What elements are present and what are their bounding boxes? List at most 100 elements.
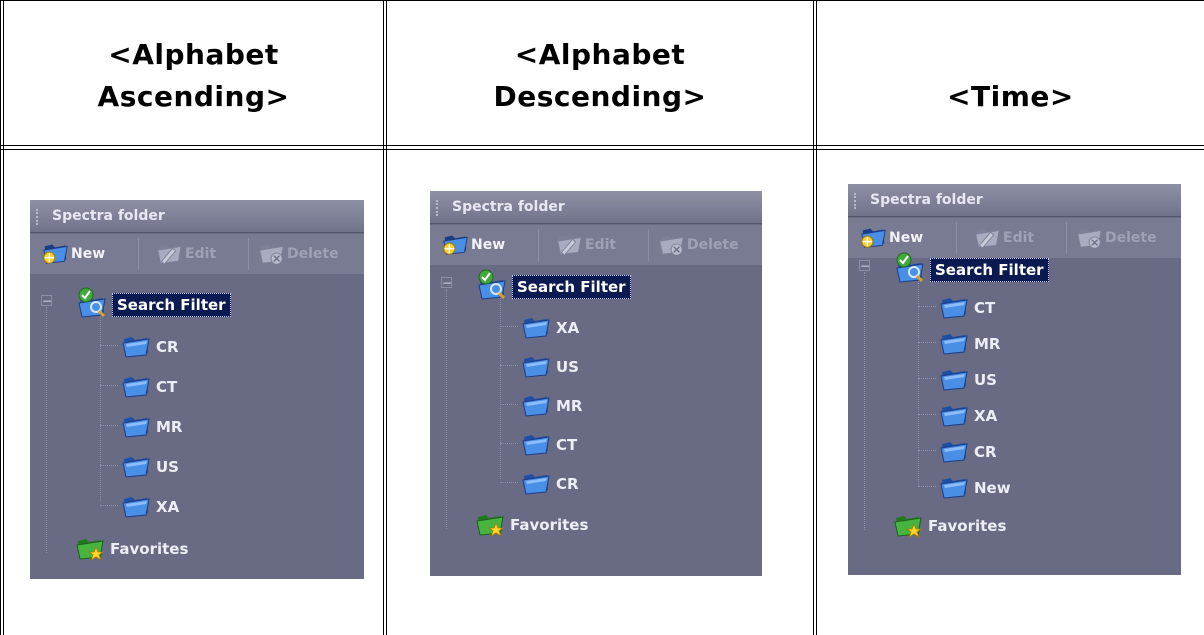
tree-node-label: CR (156, 338, 179, 356)
tree-node-folder[interactable]: XA (938, 398, 997, 434)
new-button[interactable]: New (40, 239, 105, 269)
search-filter-icon (474, 267, 510, 307)
tree-node-folder[interactable]: MR (938, 326, 1000, 362)
delete-button[interactable]: Delete (256, 239, 339, 269)
tree-node-folder[interactable]: US (520, 349, 579, 385)
folder-icon (120, 409, 152, 445)
new-button-label: New (471, 237, 506, 253)
folder-icon (938, 290, 970, 326)
edit-button[interactable]: Edit (972, 223, 1034, 253)
delete-button-label: Delete (1105, 230, 1157, 246)
favorites-star-icon (892, 508, 924, 544)
panel-toolbar: New Edit Delete (30, 234, 364, 274)
tree-connector (918, 486, 936, 487)
panel-title-bar[interactable]: Spectra folder (848, 184, 1181, 217)
panel-title-bar[interactable]: Spectra folder (30, 200, 364, 233)
folder-delete-icon (1074, 221, 1105, 255)
toolbar-separator (538, 229, 539, 261)
table-header-divider (0, 145, 1204, 150)
folder-icon (938, 326, 970, 362)
tree-node-label: CT (974, 299, 996, 317)
tree-connector (500, 365, 518, 366)
header-line-2: <Time> (947, 80, 1074, 113)
tree-connector (46, 307, 47, 553)
drag-grip-icon[interactable] (36, 209, 42, 225)
tree-node-favorites[interactable]: Favorites (74, 531, 188, 567)
folder-icon (120, 489, 152, 525)
collapse-toggle[interactable]: − (41, 295, 52, 307)
folder-new-icon (40, 237, 71, 271)
tree-node-label: CR (556, 475, 579, 493)
edit-button[interactable]: Edit (154, 239, 216, 269)
header-line-1: <Alphabet (108, 38, 279, 71)
folder-icon (120, 329, 152, 365)
tree-node-folder[interactable]: CR (120, 329, 179, 365)
tree-node-folder[interactable]: MR (120, 409, 182, 445)
favorites-star-icon (74, 531, 106, 567)
delete-button[interactable]: Delete (1074, 223, 1157, 253)
tree-connector (918, 378, 936, 379)
tree-node-label: Search Filter (112, 293, 231, 317)
new-button[interactable]: New (440, 230, 505, 260)
tree-node-folder[interactable]: US (120, 449, 179, 485)
collapse-toggle[interactable]: − (859, 260, 870, 272)
tree-connector (918, 450, 936, 451)
tree-connector (100, 385, 118, 386)
tree-node-label: MR (556, 397, 583, 415)
toolbar-separator (138, 238, 139, 270)
tree-connector (918, 414, 936, 415)
tree-node-folder[interactable]: CT (120, 369, 177, 405)
tree-connector (446, 289, 447, 529)
search-filter-icon (892, 250, 928, 290)
folder-new-icon (858, 221, 889, 255)
tree-connector (100, 465, 118, 466)
tree-node-favorites[interactable]: Favorites (474, 507, 588, 543)
tree-connector (500, 443, 518, 444)
tree-node-folder[interactable]: CT (938, 290, 995, 326)
tree-node-folder[interactable]: XA (520, 310, 579, 346)
panel-title-bar[interactable]: Spectra folder (430, 191, 762, 224)
tree-node-folder[interactable]: XA (120, 489, 179, 525)
tree-connector (918, 280, 919, 486)
tree-connector (100, 315, 101, 501)
collapse-toggle[interactable]: − (441, 277, 452, 289)
tree-node-folder[interactable]: CR (520, 466, 579, 502)
delete-button-label: Delete (687, 237, 739, 253)
spectra-folder-panel: Spectra folder New Edit Delete − Search … (430, 191, 762, 576)
drag-grip-icon[interactable] (854, 193, 860, 209)
new-button[interactable]: New (858, 223, 923, 253)
tree-connector (100, 345, 118, 346)
edit-button-label: Edit (185, 246, 217, 262)
folder-icon (938, 434, 970, 470)
tree-node-favorites[interactable]: Favorites (892, 508, 1006, 544)
toolbar-separator (248, 238, 249, 270)
delete-button[interactable]: Delete (656, 230, 739, 260)
folder-icon (938, 362, 970, 398)
tree-node-label: Search Filter (930, 258, 1049, 282)
tree-node-search-filter[interactable]: Search Filter (474, 267, 631, 307)
column-header-alphabet-ascending: <Alphabet Ascending> (4, 8, 383, 144)
header-line-2: Ascending> (97, 80, 290, 113)
drag-grip-icon[interactable] (436, 200, 442, 216)
tree-connector (918, 342, 936, 343)
new-button-label: New (889, 230, 924, 246)
panel-title: Spectra folder (52, 208, 165, 224)
edit-button-label: Edit (585, 237, 617, 253)
folder-icon (520, 427, 552, 463)
tree-node-folder[interactable]: US (938, 362, 997, 398)
folder-icon (520, 349, 552, 385)
folder-icon (120, 369, 152, 405)
favorites-star-icon (474, 507, 506, 543)
tree-node-folder[interactable]: CR (938, 434, 997, 470)
edit-button[interactable]: Edit (554, 230, 616, 260)
tree-node-label: Search Filter (512, 275, 631, 299)
tree-node-folder[interactable]: CT (520, 427, 577, 463)
folder-edit-icon (554, 228, 585, 262)
tree-node-folder[interactable]: New (938, 470, 1011, 506)
tree-node-search-filter[interactable]: Search Filter (74, 285, 231, 325)
tree-node-search-filter[interactable]: Search Filter (892, 250, 1049, 290)
tree-node-label: CR (974, 443, 997, 461)
folder-icon (938, 470, 970, 506)
tree-node-label: MR (156, 418, 183, 436)
tree-node-folder[interactable]: MR (520, 388, 582, 424)
